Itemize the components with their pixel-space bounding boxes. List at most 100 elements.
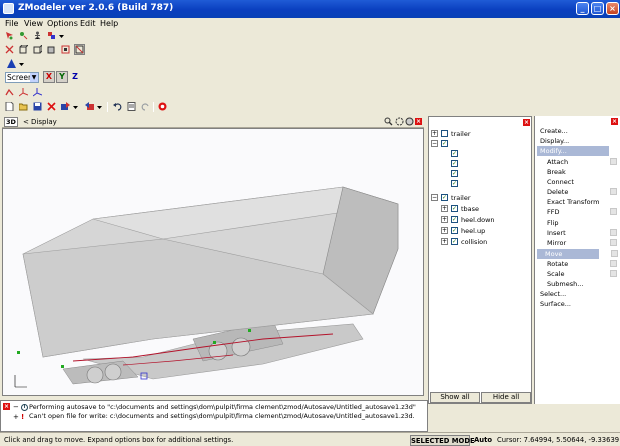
undo-icon[interactable] bbox=[112, 101, 123, 112]
tree-node[interactable]: ✓ bbox=[429, 149, 521, 159]
command-move[interactable]: Move bbox=[537, 249, 599, 259]
visibility-checkbox[interactable]: ✓ bbox=[441, 194, 448, 201]
hide-all-button[interactable]: Hide all bbox=[481, 392, 531, 403]
close-viewport-icon[interactable]: × bbox=[415, 118, 422, 125]
options-box[interactable] bbox=[611, 250, 618, 257]
axis-y-button[interactable]: Y bbox=[56, 71, 68, 83]
tree-node[interactable]: + ✓ heel.up bbox=[429, 226, 521, 236]
visibility-checkbox[interactable]: ✓ bbox=[451, 205, 458, 212]
command-modify[interactable]: Modify... bbox=[537, 146, 609, 156]
tree-node[interactable]: ✓ bbox=[429, 169, 521, 179]
command-break[interactable]: Break bbox=[537, 167, 619, 177]
command-connect[interactable]: Connect bbox=[537, 177, 619, 187]
command-select[interactable]: Select... bbox=[537, 289, 619, 299]
redo-icon[interactable] bbox=[140, 101, 151, 112]
expand-icon[interactable]: + bbox=[431, 130, 438, 137]
menu-help[interactable]: Help bbox=[100, 18, 118, 29]
command-exact-transform[interactable]: Exact Transform bbox=[537, 197, 619, 207]
expand-icon[interactable]: + bbox=[441, 216, 448, 223]
select-group-icon[interactable] bbox=[46, 30, 57, 41]
coordinate-system-select[interactable]: Screen ▼ bbox=[5, 72, 39, 83]
tree-node[interactable]: + ✓ tbase bbox=[429, 204, 521, 214]
visibility-checkbox[interactable]: ✓ bbox=[451, 180, 458, 187]
rotate-view-icon[interactable] bbox=[395, 117, 404, 126]
visibility-checkbox[interactable]: ✓ bbox=[451, 216, 458, 223]
options-box[interactable] bbox=[610, 188, 617, 195]
box-icon[interactable] bbox=[18, 44, 29, 55]
box-solid-icon[interactable] bbox=[46, 44, 57, 55]
command-scale[interactable]: Scale bbox=[537, 269, 619, 279]
visibility-checkbox[interactable]: ✓ bbox=[441, 140, 448, 147]
options-box[interactable] bbox=[610, 158, 617, 165]
command-ffd[interactable]: FFD bbox=[537, 207, 619, 217]
triangle-icon[interactable] bbox=[6, 58, 17, 69]
export-icon[interactable] bbox=[84, 101, 95, 112]
new-file-icon[interactable] bbox=[4, 101, 15, 112]
import-icon[interactable] bbox=[60, 101, 71, 112]
options-box[interactable] bbox=[610, 260, 617, 267]
visibility-checkbox[interactable] bbox=[441, 130, 448, 137]
options-box[interactable] bbox=[610, 239, 617, 246]
tree-node[interactable]: ✓ bbox=[429, 159, 521, 169]
zoom-icon[interactable] bbox=[384, 117, 393, 126]
options-box[interactable] bbox=[610, 229, 617, 236]
select-tool-icon[interactable] bbox=[4, 30, 15, 41]
expand-icon[interactable]: + bbox=[441, 205, 448, 212]
menu-edit[interactable]: Edit bbox=[80, 18, 96, 29]
box-frame-icon[interactable] bbox=[74, 44, 85, 55]
select-dropdown-icon[interactable] bbox=[58, 30, 65, 41]
close-command-panel-icon[interactable]: × bbox=[611, 118, 618, 125]
command-rotate[interactable]: Rotate bbox=[537, 259, 619, 269]
export-dropdown-icon[interactable] bbox=[96, 101, 103, 112]
expand-icon[interactable]: + bbox=[13, 413, 19, 421]
visibility-checkbox[interactable]: ✓ bbox=[451, 238, 458, 245]
viewport-mode-button[interactable]: 3D bbox=[4, 117, 18, 127]
visibility-checkbox[interactable]: ✓ bbox=[451, 227, 458, 234]
command-submesh[interactable]: Submesh... bbox=[537, 279, 619, 289]
collapse-icon[interactable]: − bbox=[431, 140, 438, 147]
axis-x-button[interactable]: X bbox=[43, 71, 55, 83]
tree-node[interactable]: + trailer bbox=[429, 129, 521, 139]
command-insert[interactable]: Insert bbox=[537, 228, 619, 238]
select-object-icon[interactable] bbox=[32, 30, 43, 41]
visibility-checkbox[interactable]: ✓ bbox=[451, 150, 458, 157]
hide-icon[interactable] bbox=[4, 44, 15, 55]
viewport-display-menu[interactable]: Display bbox=[31, 117, 57, 127]
tree-node[interactable]: − ✓ trailer bbox=[429, 193, 521, 203]
axis-z-button[interactable]: Z bbox=[69, 71, 81, 83]
minimize-button[interactable]: _ bbox=[576, 2, 589, 15]
visibility-checkbox[interactable]: ✓ bbox=[451, 160, 458, 167]
auto-mode-indicator[interactable]: Auto bbox=[474, 435, 492, 445]
options-box[interactable] bbox=[610, 270, 617, 277]
axis-gizmo-icon[interactable] bbox=[18, 87, 29, 98]
axis-gizmo-2-icon[interactable] bbox=[32, 87, 43, 98]
snap-icon[interactable] bbox=[4, 87, 15, 98]
delete-icon[interactable] bbox=[46, 101, 57, 112]
close-log-icon[interactable]: × bbox=[3, 403, 10, 410]
3d-viewport[interactable] bbox=[2, 128, 424, 396]
command-mirror[interactable]: Mirror bbox=[537, 238, 619, 248]
expand-icon[interactable]: + bbox=[441, 227, 448, 234]
tree-node[interactable]: − ✓ bbox=[429, 139, 521, 149]
open-folder-icon[interactable] bbox=[18, 101, 29, 112]
save-icon[interactable] bbox=[32, 101, 43, 112]
tree-node[interactable]: ✓ bbox=[429, 179, 521, 189]
tree-node[interactable]: + ✓ collision bbox=[429, 237, 521, 247]
expand-icon[interactable]: + bbox=[441, 238, 448, 245]
history-icon[interactable] bbox=[126, 101, 137, 112]
options-box[interactable] bbox=[610, 208, 617, 215]
box-select-icon[interactable] bbox=[60, 44, 71, 55]
collapse-icon[interactable]: − bbox=[431, 194, 438, 201]
menu-file[interactable]: File bbox=[5, 18, 18, 29]
close-button[interactable]: × bbox=[606, 2, 619, 15]
chevron-down-icon[interactable]: ▼ bbox=[30, 73, 38, 82]
visibility-checkbox[interactable]: ✓ bbox=[451, 170, 458, 177]
command-attach[interactable]: Attach bbox=[537, 157, 619, 167]
command-flip[interactable]: Flip bbox=[537, 218, 619, 228]
triangle-dropdown-icon[interactable] bbox=[18, 58, 25, 69]
expand-icon[interactable]: − bbox=[13, 403, 19, 411]
viewport-back-button[interactable]: < bbox=[23, 117, 29, 127]
import-dropdown-icon[interactable] bbox=[72, 101, 79, 112]
stop-icon[interactable] bbox=[157, 101, 168, 112]
maximize-button[interactable]: □ bbox=[591, 2, 604, 15]
